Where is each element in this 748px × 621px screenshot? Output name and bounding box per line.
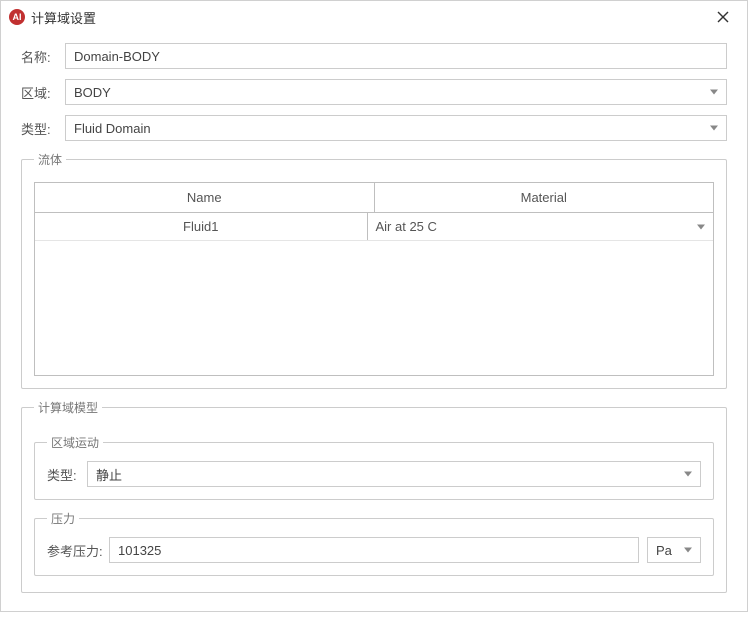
fluid-group: 流体 Name Material Fluid1 Air at 25 C — [21, 151, 727, 389]
fluid-name-text: Fluid1 — [183, 219, 218, 234]
close-button[interactable] — [707, 3, 739, 31]
name-input[interactable]: Domain-BODY — [65, 43, 727, 69]
table-row: Fluid1 Air at 25 C — [35, 213, 713, 241]
type-select[interactable]: Fluid Domain — [65, 115, 727, 141]
fluid-material-select[interactable]: Air at 25 C — [368, 213, 714, 240]
ref-pressure-unit-text: Pa — [656, 543, 672, 558]
zone-motion-legend: 区域运动 — [47, 434, 103, 451]
domain-model-legend: 计算域模型 — [34, 399, 102, 416]
ref-pressure-unit-select[interactable]: Pa — [647, 537, 701, 563]
ref-pressure-input[interactable]: 101325 — [109, 537, 639, 563]
chevron-down-icon — [710, 90, 718, 95]
chevron-down-icon — [710, 126, 718, 131]
window-title: 计算域设置 — [31, 8, 96, 27]
dialog-body: 名称: Domain-BODY 区域: BODY 类型: Fluid Domai… — [1, 33, 747, 621]
fluid-material-text: Air at 25 C — [376, 219, 437, 234]
zone-select-text: BODY — [74, 85, 111, 100]
fluid-group-legend: 流体 — [34, 151, 66, 168]
ref-pressure-text: 101325 — [118, 543, 161, 558]
chevron-down-icon — [684, 548, 692, 553]
zone-motion-type-label: 类型: — [47, 465, 87, 484]
zone-motion-group: 区域运动 类型: 静止 — [34, 434, 714, 500]
pressure-legend: 压力 — [47, 510, 79, 527]
zone-motion-type-text: 静止 — [96, 465, 122, 484]
type-select-text: Fluid Domain — [74, 121, 151, 136]
name-input-text: Domain-BODY — [74, 49, 160, 64]
chevron-down-icon — [684, 472, 692, 477]
chevron-down-icon — [697, 224, 705, 229]
fluid-name-cell[interactable]: Fluid1 — [35, 213, 368, 240]
fluid-table: Name Material Fluid1 Air at 25 C — [34, 182, 714, 376]
name-label: 名称: — [21, 47, 65, 66]
col-header-name: Name — [35, 183, 375, 212]
close-icon — [717, 11, 729, 23]
domain-model-group: 计算域模型 区域运动 类型: 静止 压力 参考压力: 101325 Pa — [21, 399, 727, 593]
zone-select[interactable]: BODY — [65, 79, 727, 105]
zone-label: 区域: — [21, 83, 65, 102]
app-icon: AI — [9, 9, 25, 25]
title-bar: AI 计算域设置 — [1, 1, 747, 33]
zone-motion-type-select[interactable]: 静止 — [87, 461, 701, 487]
type-label: 类型: — [21, 119, 65, 138]
ref-pressure-label: 参考压力: — [47, 541, 109, 560]
pressure-group: 压力 参考压力: 101325 Pa — [34, 510, 714, 576]
col-header-material: Material — [375, 183, 714, 212]
fluid-table-header: Name Material — [35, 183, 713, 213]
